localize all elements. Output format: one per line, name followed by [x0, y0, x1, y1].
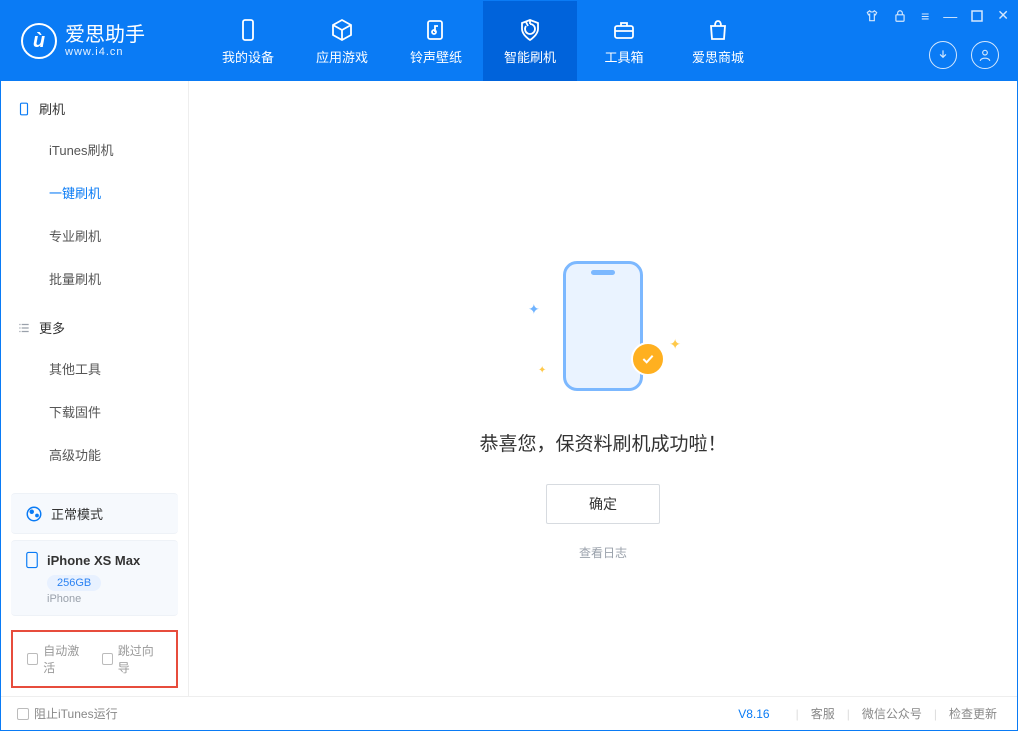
statusbar: 阻止iTunes运行 V8.16 | 客服 | 微信公众号 | 检查更新 — [1, 696, 1017, 730]
sidebar-item-batch[interactable]: 批量刷机 — [1, 257, 188, 300]
checkbox-block-itunes[interactable]: 阻止iTunes运行 — [17, 705, 118, 722]
app-title: 爱思助手 — [65, 24, 145, 46]
tab-store[interactable]: 爱思商城 — [671, 1, 765, 81]
download-button[interactable] — [929, 41, 957, 69]
tab-mydevice[interactable]: 我的设备 — [201, 1, 295, 81]
update-link[interactable]: 检查更新 — [945, 705, 1001, 722]
sidebar-item-adv[interactable]: 高级功能 — [1, 433, 188, 476]
mode-icon — [25, 505, 43, 523]
tab-label: 铃声壁纸 — [410, 47, 462, 66]
sparkle-icon: ✦ — [669, 336, 681, 353]
success-message: 恭喜您，保资料刷机成功啦！ — [479, 429, 726, 456]
options-highlight: 自动激活 跳过向导 — [11, 630, 178, 688]
sidebar-section-flash: 刷机 — [1, 81, 188, 128]
maximize-button[interactable] — [971, 10, 983, 22]
music-icon — [423, 17, 449, 43]
device-panel[interactable]: iPhone XS Max 256GB iPhone — [11, 540, 178, 616]
mode-label: 正常模式 — [51, 504, 103, 523]
tab-label: 智能刷机 — [504, 47, 556, 66]
tab-flash[interactable]: 智能刷机 — [483, 1, 577, 81]
sidebar-item-other[interactable]: 其他工具 — [1, 347, 188, 390]
tab-label: 应用游戏 — [316, 47, 368, 66]
sidebar-item-pro[interactable]: 专业刷机 — [1, 214, 188, 257]
app-logo: ù 爱思助手 www.i4.cn — [1, 23, 201, 59]
logo-icon: ù — [21, 23, 57, 59]
bag-icon — [705, 17, 731, 43]
device-type: iPhone — [47, 593, 164, 605]
wechat-link[interactable]: 微信公众号 — [858, 705, 926, 722]
sparkle-icon: ✦ — [528, 301, 540, 318]
checkbox-icon — [17, 708, 29, 720]
lock-icon[interactable] — [893, 9, 907, 23]
tab-ring[interactable]: 铃声壁纸 — [389, 1, 483, 81]
check-badge-icon — [631, 342, 665, 376]
checkbox-auto-activate[interactable]: 自动激活 — [27, 642, 88, 676]
view-log-link[interactable]: 查看日志 — [579, 544, 627, 561]
phone-illustration-icon — [563, 261, 643, 391]
sidebar: 刷机 iTunes刷机 一键刷机 专业刷机 批量刷机 更多 其他工具 下载固件 … — [1, 81, 189, 696]
main-tabs: 我的设备 应用游戏 铃声壁纸 智能刷机 工具箱 爱思商城 — [201, 1, 765, 81]
mode-panel: 正常模式 — [11, 493, 178, 534]
tab-apps[interactable]: 应用游戏 — [295, 1, 389, 81]
cube-icon — [329, 17, 355, 43]
version-label: V8.16 — [738, 707, 769, 721]
tshirt-icon[interactable] — [865, 9, 879, 23]
user-button[interactable] — [971, 41, 999, 69]
sidebar-item-itunes[interactable]: iTunes刷机 — [1, 128, 188, 171]
shield-icon — [517, 17, 543, 43]
support-link[interactable]: 客服 — [807, 705, 839, 722]
checkbox-skip-guide[interactable]: 跳过向导 — [102, 642, 163, 676]
close-button[interactable]: ✕ — [997, 7, 1009, 24]
device-name: iPhone XS Max — [47, 553, 140, 568]
sparkle-icon: ✦ — [538, 365, 546, 376]
tab-label: 爱思商城 — [692, 47, 744, 66]
tab-toolbox[interactable]: 工具箱 — [577, 1, 671, 81]
toolbox-icon — [611, 17, 637, 43]
checkbox-icon — [102, 653, 113, 665]
device-icon — [235, 17, 261, 43]
device-icon — [25, 551, 39, 569]
sidebar-item-onekey[interactable]: 一键刷机 — [1, 171, 188, 214]
success-illustration: ✦ ✦ ✦ — [523, 261, 683, 401]
menu-icon[interactable]: ≡ — [921, 8, 929, 24]
app-subtitle: www.i4.cn — [65, 46, 145, 58]
main-content: ✦ ✦ ✦ 恭喜您，保资料刷机成功啦！ 确定 查看日志 — [189, 81, 1017, 696]
window-controls: ≡ — ✕ — [865, 7, 1009, 24]
minimize-button[interactable]: — — [943, 8, 957, 24]
sidebar-item-download[interactable]: 下载固件 — [1, 390, 188, 433]
list-icon — [17, 321, 31, 335]
tab-label: 工具箱 — [604, 47, 643, 66]
phone-icon — [17, 102, 31, 116]
ok-button[interactable]: 确定 — [546, 484, 660, 524]
sidebar-section-more: 更多 — [1, 300, 188, 347]
device-capacity: 256GB — [47, 575, 101, 591]
titlebar: ù 爱思助手 www.i4.cn 我的设备 应用游戏 铃声壁纸 智能刷机 工具箱 — [1, 1, 1017, 81]
checkbox-icon — [27, 653, 38, 665]
tab-label: 我的设备 — [222, 47, 274, 66]
